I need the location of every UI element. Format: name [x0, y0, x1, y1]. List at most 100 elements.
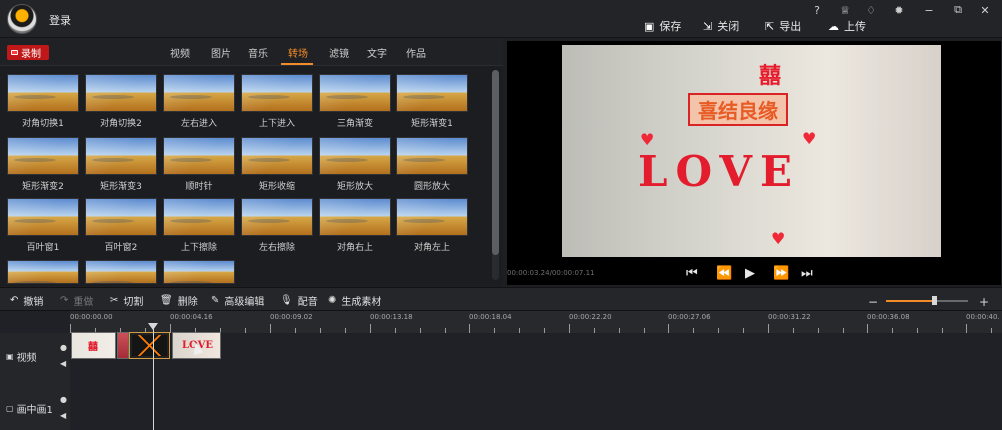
heart-icon: ♥: [802, 129, 817, 148]
help-icon[interactable]: ?: [808, 2, 826, 18]
transition-thumb-7[interactable]: [7, 137, 79, 175]
notification-icon[interactable]: ♢: [862, 2, 880, 18]
ruler-tick: [519, 328, 520, 333]
close-window-icon[interactable]: ✕: [976, 2, 994, 18]
transition-thumb-14[interactable]: [85, 198, 157, 236]
transition-thumb-8[interactable]: [85, 137, 157, 175]
minimize-icon[interactable]: −: [920, 2, 938, 18]
pip-track-name: 画中画1: [16, 405, 53, 416]
transition-thumb-1[interactable]: [7, 74, 79, 112]
transition-label-2: 对角切换2: [100, 119, 142, 129]
time-label: 00:00:13.18: [370, 313, 413, 321]
dub-label: 配音: [297, 297, 318, 308]
delete-button[interactable]: 🗑 删除: [160, 293, 198, 308]
ruler-tick: [917, 328, 918, 333]
transition-thumb-17[interactable]: [319, 198, 391, 236]
tab-video[interactable]: 视频: [170, 45, 190, 60]
transition-clip[interactable]: [129, 332, 170, 359]
export-button[interactable]: ⇱ 导出: [765, 18, 801, 34]
generate-material-button[interactable]: ✺ 生成素材: [328, 293, 381, 308]
transition-label-8: 矩形渐变3: [100, 182, 142, 192]
ruler-tick: [942, 328, 943, 333]
record-icon: [11, 50, 18, 55]
tab-text[interactable]: 文字: [367, 45, 387, 60]
time-label: 00:00:36.08: [867, 313, 910, 321]
save-button[interactable]: ▣ 保存: [644, 18, 681, 34]
user-avatar-icon[interactable]: [7, 4, 37, 34]
transition-thumb-21[interactable]: [163, 260, 235, 284]
pencil-icon: ✎: [211, 295, 220, 306]
redo-button[interactable]: ↷ 重做: [60, 293, 93, 308]
play-icon[interactable]: ▶: [745, 266, 755, 281]
ruler-tick: [743, 328, 744, 333]
close-project-button[interactable]: ⇲ 关闭: [703, 18, 739, 34]
zoom-handle[interactable]: [932, 296, 937, 305]
transition-thumb-15[interactable]: [163, 198, 235, 236]
time-label: 00:00:27.06: [668, 313, 711, 321]
redo-icon: ↷: [60, 295, 69, 306]
transition-label-5: 三角渐变: [336, 119, 373, 129]
crown-icon[interactable]: ♕: [836, 2, 854, 18]
transition-label-7: 矩形渐变2: [22, 182, 64, 192]
ruler-tick: [370, 324, 371, 333]
eye-icon[interactable]: ●: [60, 343, 67, 352]
media-library-panel: 录制 视频 图片 音乐 转场 滤镜 文字 作品 对角切换1 对角切换2 左右进入…: [0, 38, 503, 286]
skip-end-icon[interactable]: ⏭: [801, 266, 813, 281]
transition-thumb-12[interactable]: [396, 137, 468, 175]
advanced-edit-button[interactable]: ✎ 高级编辑: [211, 293, 264, 308]
step-forward-icon[interactable]: ⏩: [773, 266, 789, 281]
upload-button[interactable]: ☁ 上传: [828, 18, 866, 34]
ruler-tick: [768, 324, 769, 333]
transition-thumb-18[interactable]: [396, 198, 468, 236]
ruler-tick: [270, 324, 271, 333]
media-scrollbar[interactable]: [492, 70, 499, 280]
transition-thumb-5[interactable]: [319, 74, 391, 112]
timeline-zoom-slider[interactable]: − +: [868, 295, 993, 309]
video-clip-red[interactable]: [117, 332, 129, 359]
transition-thumb-16[interactable]: [241, 198, 313, 236]
speaker-icon[interactable]: ◀: [60, 411, 66, 420]
playhead-line[interactable]: [153, 329, 154, 430]
speaker-icon[interactable]: ◀: [60, 359, 66, 368]
zoom-in-icon[interactable]: +: [979, 295, 989, 309]
pip-track-label: ▢ 画中画1: [6, 401, 53, 416]
transition-thumb-13[interactable]: [7, 198, 79, 236]
transition-thumb-11[interactable]: [319, 137, 391, 175]
tab-transition[interactable]: 转场: [288, 45, 308, 60]
step-back-icon[interactable]: ⏪: [716, 266, 732, 281]
transition-thumb-19[interactable]: [7, 260, 79, 284]
transition-label-10: 矩形收缩: [258, 182, 295, 192]
undo-button[interactable]: ↶ 撤销: [10, 293, 43, 308]
cut-button[interactable]: ✂ 切割: [110, 293, 143, 308]
tab-music[interactable]: 音乐: [248, 45, 268, 60]
video-clip-double-happiness[interactable]: 囍: [71, 332, 116, 359]
tab-filter[interactable]: 滤镜: [329, 45, 349, 60]
transition-thumb-4[interactable]: [241, 74, 313, 112]
dub-button[interactable]: 🎙 配音: [280, 293, 318, 308]
record-button[interactable]: 录制: [7, 45, 49, 60]
tab-picture[interactable]: 图片: [211, 45, 231, 60]
skip-start-icon[interactable]: ⏮: [686, 266, 698, 281]
eye-icon[interactable]: ●: [60, 395, 67, 404]
media-scrollbar-handle[interactable]: [492, 70, 499, 255]
transition-label-9: 顺时针: [185, 182, 213, 192]
ruler-tick: [420, 328, 421, 333]
tab-works[interactable]: 作品: [406, 45, 426, 60]
timeline-ruler[interactable]: 00:00:00.00 00:00:04.16 00:00:09.02 00:0…: [70, 311, 1002, 333]
transition-thumb-6[interactable]: [396, 74, 468, 112]
transition-thumb-10[interactable]: [241, 137, 313, 175]
maximize-icon[interactable]: ⧉: [949, 2, 967, 18]
settings-icon[interactable]: ✹: [890, 2, 908, 18]
transition-thumb-20[interactable]: [85, 260, 157, 284]
transition-thumb-9[interactable]: [163, 137, 235, 175]
ruler-tick: [793, 328, 794, 333]
transition-thumb-3[interactable]: [163, 74, 235, 112]
login-link[interactable]: 登录: [49, 12, 71, 28]
active-tab-indicator: [281, 63, 313, 65]
transition-label-11: 矩形放大: [336, 182, 373, 192]
transition-thumb-2[interactable]: [85, 74, 157, 112]
timeline[interactable]: ▣ 视频 ● ◀ ▢ 画中画1 ● ◀ 00:00:00.00 00:00:04.1…: [0, 311, 1002, 430]
zoom-out-icon[interactable]: −: [868, 295, 878, 309]
ruler-tick: [892, 328, 893, 333]
export-label: 导出: [779, 20, 802, 33]
